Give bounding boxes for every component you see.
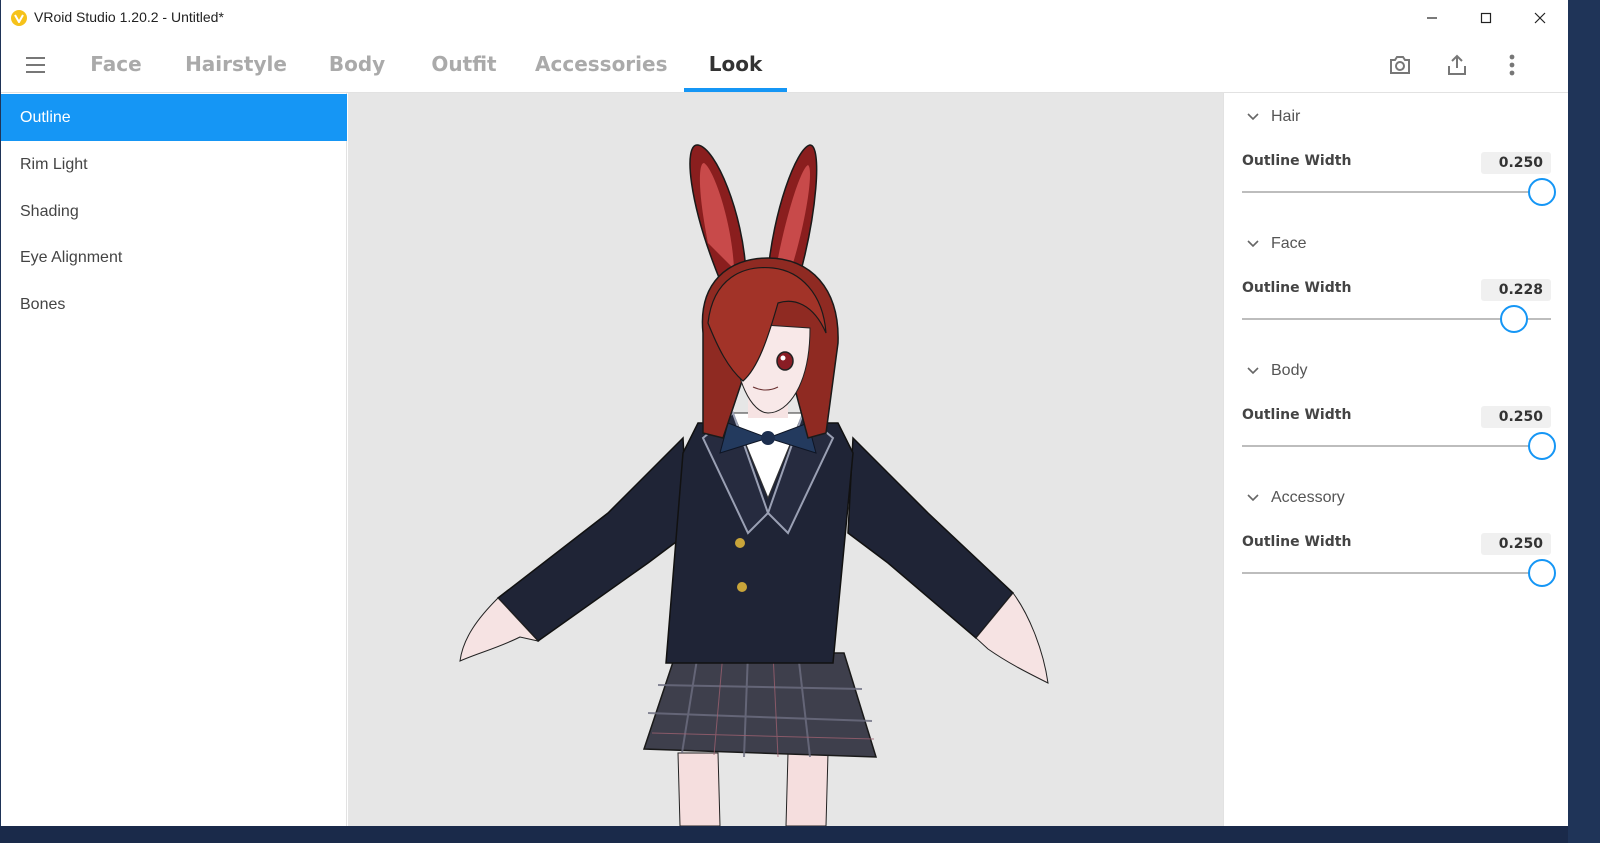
body-outline-width-value[interactable]: 0.250	[1481, 406, 1551, 428]
chevron-down-icon	[1247, 367, 1259, 375]
window-title: VRoid Studio 1.20.2 - Untitled*	[34, 9, 224, 25]
section-header-body[interactable]: Body	[1246, 359, 1307, 383]
section-title: Accessory	[1271, 489, 1345, 506]
app-window: VRoid Studio 1.20.2 - Untitled* Face Hai…	[0, 0, 1568, 826]
hair-outline-width-slider[interactable]	[1242, 191, 1551, 193]
section-header-accessory[interactable]: Accessory	[1246, 486, 1345, 510]
more-vertical-icon[interactable]	[1497, 50, 1527, 80]
section-title: Body	[1271, 362, 1308, 379]
chevron-down-icon	[1247, 113, 1259, 121]
accessory-outline-width-label: Outline Width	[1242, 534, 1352, 550]
chevron-down-icon	[1247, 240, 1259, 248]
chevron-down-icon	[1247, 494, 1259, 502]
hair-outline-width-value[interactable]: 0.250	[1481, 152, 1551, 174]
hair-outline-width-label: Outline Width	[1242, 153, 1352, 169]
section-title: Hair	[1271, 108, 1301, 125]
sidebar-item-outline[interactable]: Outline	[1, 94, 347, 141]
body-outline-width-slider[interactable]	[1242, 445, 1551, 447]
sidebar-item-shading[interactable]: Shading	[1, 188, 347, 235]
sidebar-item-rim-light[interactable]: Rim Light	[1, 141, 347, 188]
accessory-outline-width-value[interactable]: 0.250	[1481, 533, 1551, 555]
body-slider-handle[interactable]	[1527, 432, 1556, 460]
character-model	[459, 144, 1049, 826]
vroid-logo-icon	[11, 10, 27, 26]
tab-face[interactable]: Face	[81, 36, 151, 92]
hair-slider-handle[interactable]	[1527, 178, 1556, 206]
minimize-icon	[1427, 17, 1437, 19]
accessory-outline-width-slider[interactable]	[1242, 572, 1551, 574]
look-category-sidebar: Outline Rim Light Shading Eye Alignment …	[1, 93, 347, 826]
maximize-button[interactable]	[1459, 0, 1513, 36]
close-button[interactable]	[1513, 0, 1567, 36]
sidebar-item-eye-alignment[interactable]: Eye Alignment	[1, 234, 347, 281]
maximize-icon	[1480, 12, 1492, 24]
tab-body[interactable]: Body	[322, 36, 392, 92]
export-icon[interactable]	[1442, 50, 1472, 80]
accessory-slider-handle[interactable]	[1527, 559, 1556, 587]
desktop-background-right	[1568, 0, 1600, 843]
section-title: Face	[1271, 235, 1307, 252]
camera-icon[interactable]	[1385, 50, 1415, 80]
menu-hamburger-icon[interactable]	[21, 51, 49, 79]
tab-look[interactable]: Look	[684, 36, 787, 92]
face-slider-handle[interactable]	[1499, 305, 1528, 333]
body-outline-width-label: Outline Width	[1242, 407, 1352, 423]
main-menubar: Face Hairstyle Body Outfit Accessories L…	[1, 36, 1568, 93]
sidebar-item-bones[interactable]: Bones	[1, 281, 347, 328]
title-bar: VRoid Studio 1.20.2 - Untitled*	[1, 0, 1568, 36]
tab-hairstyle[interactable]: Hairstyle	[184, 36, 288, 92]
active-tab-indicator	[684, 88, 787, 92]
section-header-hair[interactable]: Hair	[1246, 105, 1300, 129]
3d-viewport[interactable]	[348, 93, 1223, 826]
outline-properties-panel: Hair Outline Width 0.250 Face Outline Width 0…	[1223, 93, 1568, 826]
face-outline-width-value[interactable]: 0.228	[1481, 279, 1551, 301]
face-outline-width-label: Outline Width	[1242, 280, 1352, 296]
section-header-face[interactable]: Face	[1246, 232, 1307, 256]
tab-accessories[interactable]: Accessories	[535, 36, 668, 92]
minimize-button[interactable]	[1405, 0, 1459, 36]
tab-outfit[interactable]: Outfit	[426, 36, 502, 92]
close-icon	[1534, 12, 1546, 24]
